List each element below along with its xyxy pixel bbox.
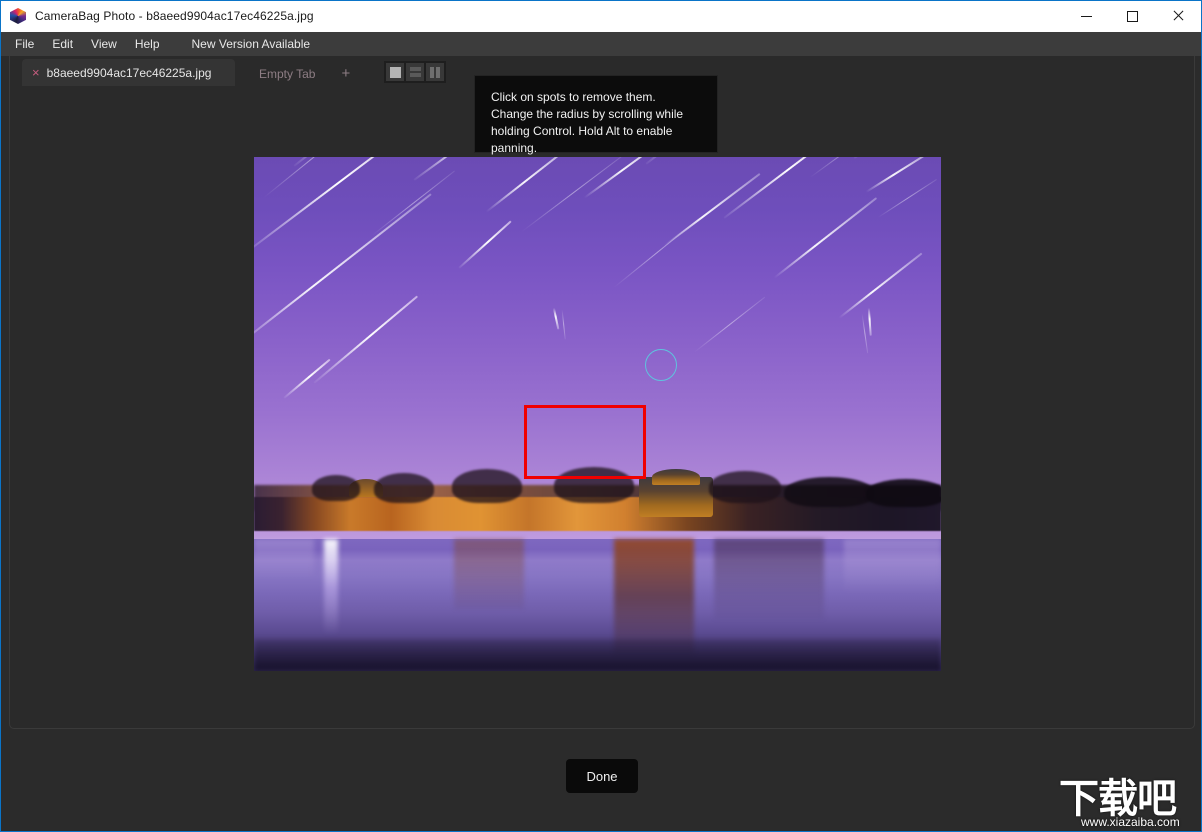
tree-clump <box>452 469 522 503</box>
light-reflection <box>324 539 338 635</box>
tree-clump <box>866 479 941 507</box>
tree-clump <box>374 473 434 503</box>
star-trail <box>521 157 627 233</box>
new-tab-icon[interactable]: + <box>341 66 350 86</box>
star-trail <box>645 157 765 165</box>
star-trail <box>861 313 869 354</box>
tab-close-icon[interactable]: × <box>32 66 40 79</box>
star-trail <box>773 197 877 279</box>
star-trail <box>254 193 432 349</box>
star-trail <box>553 307 560 330</box>
photo-image <box>254 157 941 671</box>
maximize-button[interactable] <box>1109 1 1155 32</box>
tooltip: Click on spots to remove them. Change th… <box>474 75 718 155</box>
menu-item-help[interactable]: Help <box>126 32 169 56</box>
menu-item-new-version-available[interactable]: New Version Available <box>183 32 320 56</box>
star-trail <box>693 296 766 354</box>
close-button[interactable] <box>1155 1 1201 32</box>
star-trail <box>485 157 582 213</box>
tower-roof <box>652 469 700 485</box>
water-reflection <box>254 539 941 671</box>
minimize-button[interactable] <box>1063 1 1109 32</box>
view-mode-group <box>384 61 447 83</box>
deep-water <box>254 639 941 671</box>
star-trail <box>613 217 700 289</box>
shore-reflection <box>714 539 824 619</box>
tab-active-image[interactable]: × b8aeed9904ac17ec46225a.jpg <box>22 59 235 86</box>
shoreline-band <box>254 467 941 541</box>
star-trail <box>413 157 512 181</box>
tree-clump <box>784 477 874 507</box>
camerabag-hex-icon <box>10 8 26 24</box>
tree-clump <box>312 475 360 501</box>
menu-bar: File Edit View Help New Version Availabl… <box>1 32 1201 56</box>
view-mode-single-pane-button[interactable] <box>386 63 405 81</box>
star-trail <box>809 157 888 179</box>
tooltip-text: Click on spots to remove them. Change th… <box>491 90 684 155</box>
tower-reflection <box>614 539 694 654</box>
menu-item-view[interactable]: View <box>82 32 126 56</box>
menu-item-edit[interactable]: Edit <box>43 32 82 56</box>
star-trail <box>853 157 937 159</box>
photo-canvas[interactable] <box>254 157 941 671</box>
window-controls <box>1063 1 1201 32</box>
tab-empty[interactable]: Empty Tab <box>259 67 315 86</box>
star-trail <box>313 295 419 384</box>
menu-item-file[interactable]: File <box>6 32 43 56</box>
star-trail <box>283 358 331 399</box>
shore-reflection <box>254 539 314 579</box>
star-trail <box>561 309 566 340</box>
spot-removal-brush-cursor[interactable] <box>645 349 677 381</box>
view-mode-horizontal-split-button[interactable] <box>406 63 425 81</box>
star-trail <box>838 252 923 319</box>
star-trail <box>583 157 678 199</box>
application-window: CameraBag Photo - b8aeed9904ac17ec46225a… <box>0 0 1202 832</box>
shore-reflection <box>844 539 941 593</box>
red-selection-rectangle[interactable] <box>524 405 646 479</box>
star-trail <box>868 307 872 336</box>
star-trail <box>877 178 938 219</box>
star-trail <box>458 220 512 269</box>
tree-clump <box>709 471 781 503</box>
tab-active-label: b8aeed9904ac17ec46225a.jpg <box>46 65 212 80</box>
footer-bar: Done <box>1 729 1201 831</box>
title-bar: CameraBag Photo - b8aeed9904ac17ec46225a… <box>1 1 1201 32</box>
shore-reflection <box>454 539 524 609</box>
done-button[interactable]: Done <box>566 759 638 793</box>
view-mode-vertical-split-button[interactable] <box>426 63 445 81</box>
window-title: CameraBag Photo - b8aeed9904ac17ec46225a… <box>35 9 314 23</box>
star-trail <box>254 157 417 255</box>
